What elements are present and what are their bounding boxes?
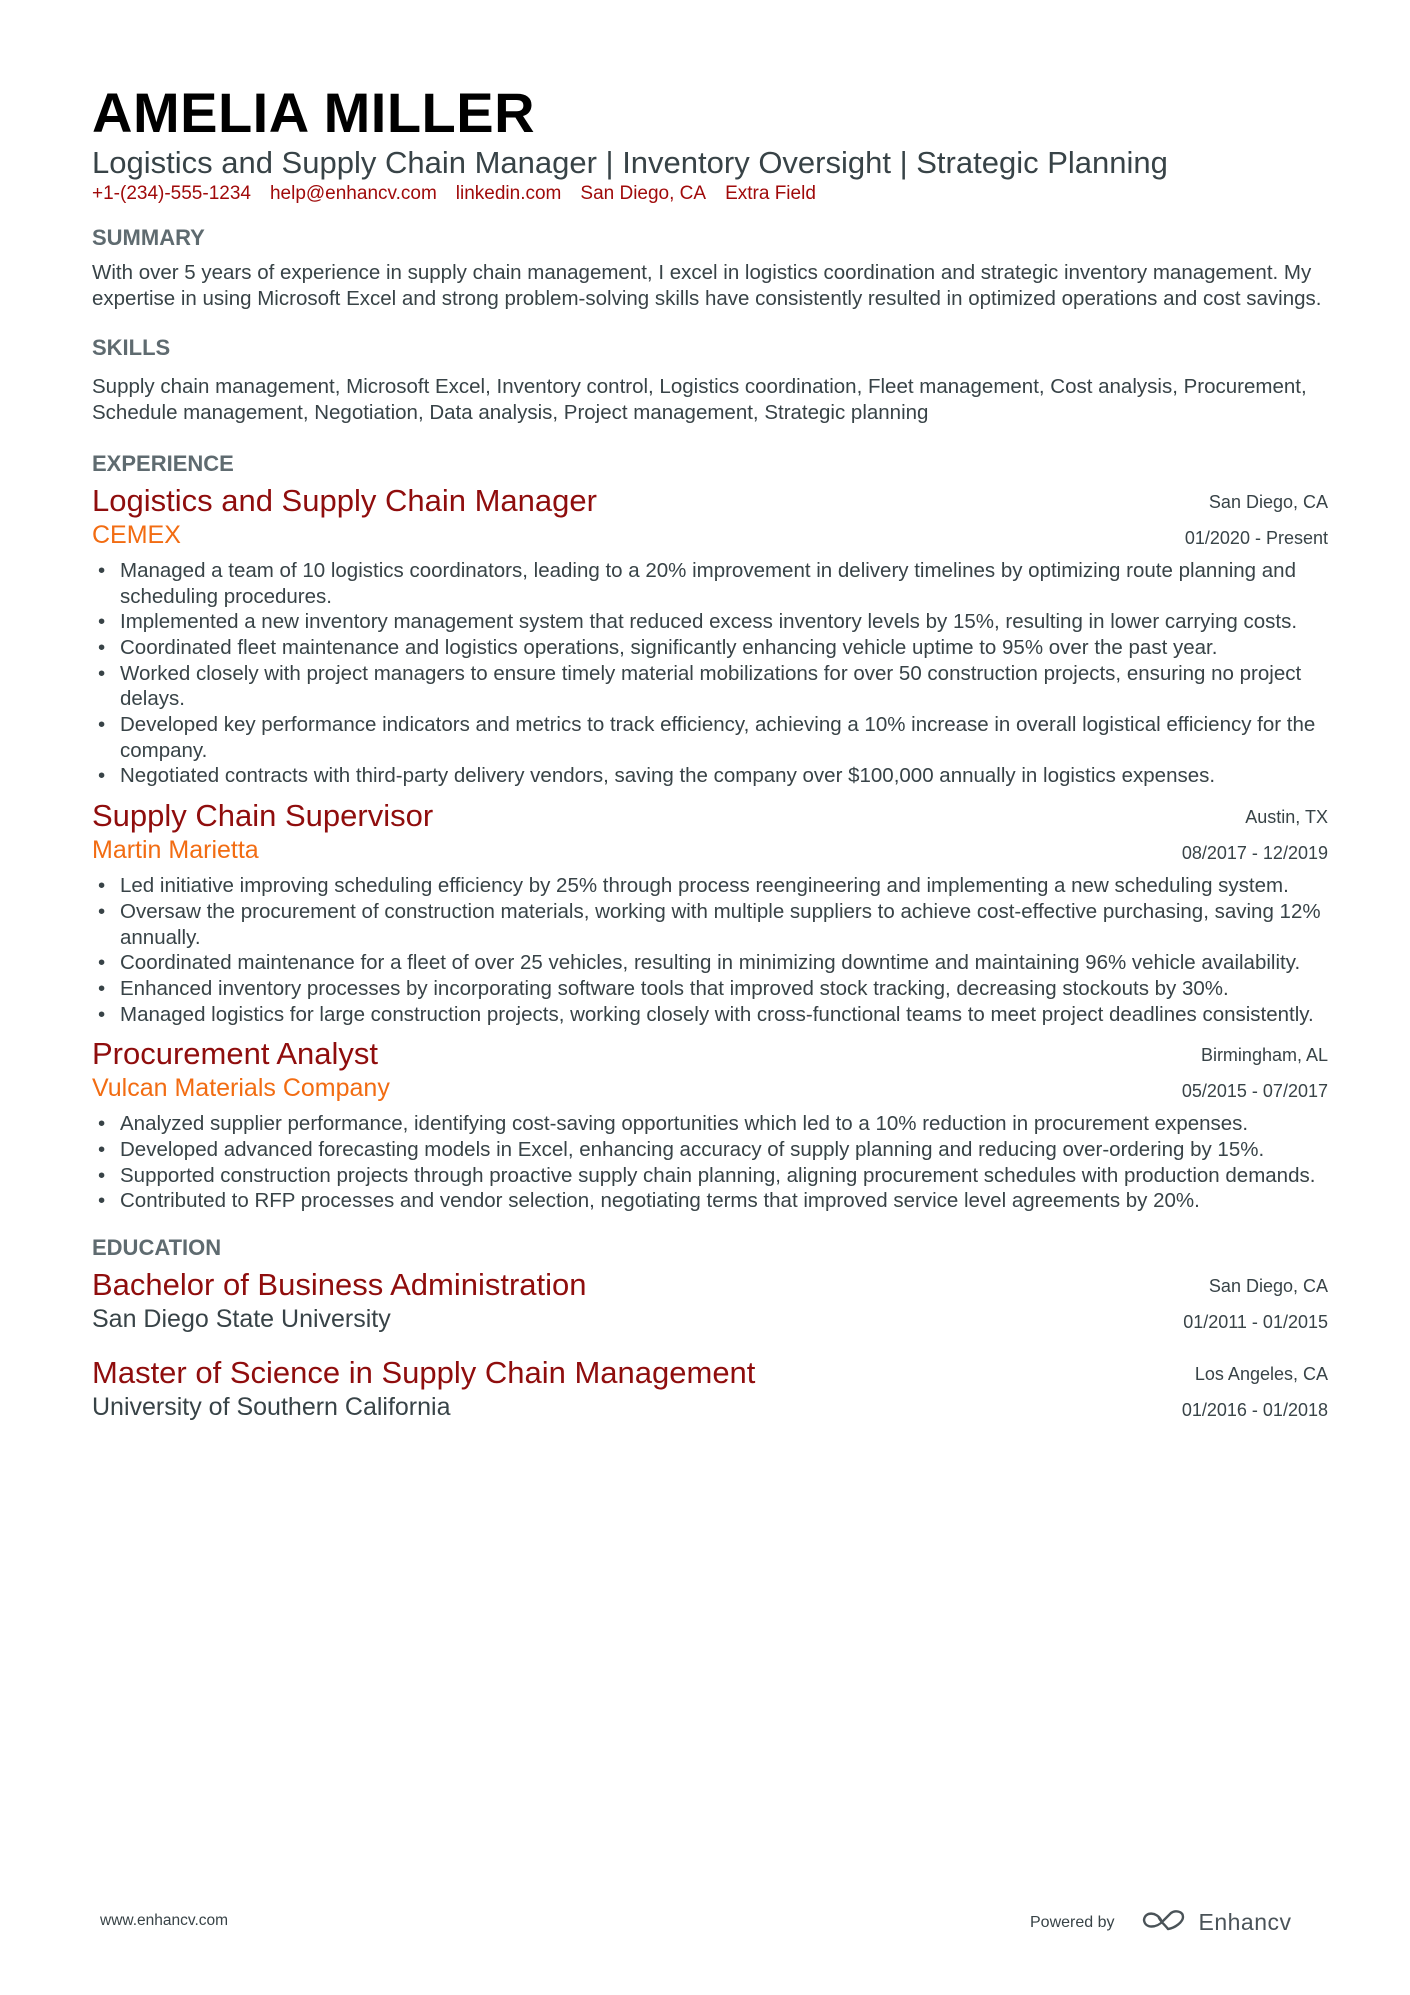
contact-phone[interactable]: +1-(234)-555-1234 [92, 182, 251, 206]
job-bullets: Managed a team of 10 logistics coordinat… [92, 558, 1328, 789]
job-location: San Diego, CA [1208, 491, 1328, 512]
experience-section: EXPERIENCE Logistics and Supply Chain Ma… [92, 450, 1328, 1214]
job-bullet: Managed a team of 10 logistics coordinat… [92, 558, 1328, 609]
skills-section: SKILLS Supply chain management, Microsof… [92, 334, 1328, 425]
candidate-tagline: Logistics and Supply Chain Manager | Inv… [92, 145, 1168, 180]
job-bullet: Led initiative improving scheduling effi… [92, 873, 1328, 899]
job-bullet: Analyzed supplier performance, identifyi… [92, 1111, 1328, 1137]
education-entry: Master of Science in Supply Chain Manage… [92, 1354, 1328, 1428]
job-bullets: Led initiative improving scheduling effi… [92, 873, 1328, 1027]
job-bullet: Oversaw the procurement of construction … [92, 899, 1328, 950]
company-name: Vulcan Materials Company [92, 1074, 390, 1103]
skills-text: Supply chain management, Microsoft Excel… [92, 375, 1307, 425]
job-bullets: Analyzed supplier performance, identifyi… [92, 1111, 1328, 1214]
contact-info: +1-(234)-555-1234 help@enhancv.com linke… [92, 182, 1328, 206]
education-heading: EDUCATION [92, 1235, 222, 1261]
experience-entry: Supply Chain Supervisor Martin Marietta … [92, 797, 1328, 1027]
summary-text: With over 5 years of experience in suppl… [92, 261, 1322, 310]
job-bullet: Developed key performance indicators and… [92, 712, 1328, 763]
job-bullet: Contributed to RFP processes and vendor … [92, 1188, 1328, 1214]
job-bullet: Worked closely with project managers to … [92, 661, 1328, 712]
resume-header: AMELIA MILLER Logistics and Supply Chain… [92, 80, 1328, 206]
resume-page: AMELIA MILLER Logistics and Supply Chain… [92, 80, 1328, 1428]
degree-title: Master of Science in Supply Chain Manage… [92, 1355, 756, 1391]
education-dates: 01/2016 - 01/2018 [1181, 1400, 1328, 1421]
education-section: EDUCATION Bachelor of Business Administr… [92, 1234, 1328, 1428]
education-entry: Bachelor of Business Administration San … [92, 1266, 1328, 1340]
enhancv-logo-icon [1141, 1908, 1187, 1937]
job-bullet: Developed advanced forecasting models in… [92, 1137, 1328, 1163]
summary-heading: SUMMARY [92, 225, 205, 250]
job-bullet: Coordinated maintenance for a fleet of o… [92, 950, 1328, 976]
company-name: CEMEX [92, 520, 181, 549]
job-bullet: Negotiated contracts with third-party de… [92, 763, 1328, 789]
contact-email[interactable]: help@enhancv.com [270, 182, 437, 206]
job-dates: 05/2015 - 07/2017 [1181, 1081, 1328, 1102]
job-dates: 01/2020 - Present [1184, 527, 1328, 548]
summary-section: SUMMARY With over 5 years of experience … [92, 224, 1328, 311]
job-location: Austin, TX [1245, 807, 1328, 828]
job-bullet: Coordinated fleet maintenance and logist… [92, 635, 1328, 661]
education-location: San Diego, CA [1208, 1276, 1328, 1297]
enhancv-brand-name: Enhancv [1198, 1909, 1292, 1935]
degree-title: Bachelor of Business Administration [92, 1267, 587, 1303]
enhancv-brand[interactable]: Enhancv [1141, 1908, 1292, 1937]
skills-heading: SKILLS [92, 335, 171, 361]
experience-heading: EXPERIENCE [92, 450, 234, 476]
company-name: Martin Marietta [92, 836, 259, 865]
job-bullet: Implemented a new inventory management s… [92, 609, 1328, 635]
experience-entry: Procurement Analyst Vulcan Materials Com… [92, 1035, 1328, 1214]
job-title: Procurement Analyst [92, 1036, 379, 1072]
powered-by: Powered by Enhancv [1030, 1908, 1292, 1937]
school-name: San Diego State University [92, 1305, 391, 1334]
powered-by-label: Powered by [1030, 1913, 1115, 1931]
job-bullet: Supported construction projects through … [92, 1163, 1328, 1189]
footer-website-link[interactable]: www.enhancv.com [100, 1912, 228, 1930]
contact-extra-field: Extra Field [725, 183, 816, 204]
contact-location: San Diego, CA [580, 183, 707, 204]
page-footer: www.enhancv.com Powered by Enhancv [0, 1908, 1410, 1938]
job-bullet: Enhanced inventory processes by incorpor… [92, 976, 1328, 1002]
job-location: Birmingham, AL [1200, 1045, 1328, 1066]
contact-linkedin[interactable]: linkedin.com [456, 182, 562, 206]
job-dates: 08/2017 - 12/2019 [1181, 843, 1328, 864]
school-name: University of Southern California [92, 1393, 451, 1422]
candidate-name: AMELIA MILLER [92, 81, 536, 144]
experience-entry: Logistics and Supply Chain Manager CEMEX… [92, 482, 1328, 789]
job-title: Logistics and Supply Chain Manager [92, 482, 597, 518]
education-dates: 01/2011 - 01/2015 [1183, 1312, 1328, 1333]
job-bullet: Managed logistics for large construction… [92, 1002, 1328, 1028]
job-title: Supply Chain Supervisor [92, 798, 434, 834]
education-location: Los Angeles, CA [1194, 1364, 1328, 1385]
